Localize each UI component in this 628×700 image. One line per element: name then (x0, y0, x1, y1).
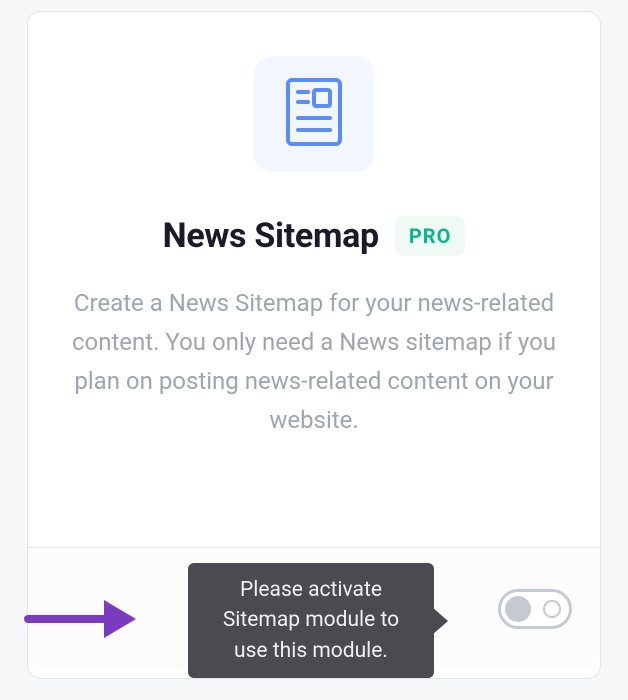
module-enable-toggle[interactable] (498, 589, 572, 629)
tooltip: Please activate Sitemap module to use th… (188, 563, 434, 678)
newspaper-icon (286, 78, 342, 150)
pro-badge: PRO (395, 216, 466, 256)
tooltip-text: Please activate Sitemap module to use th… (206, 575, 416, 666)
module-card-body: News Sitemap PRO Create a News Sitemap f… (28, 12, 600, 547)
module-title: News Sitemap (163, 216, 379, 256)
module-card: News Sitemap PRO Create a News Sitemap f… (27, 11, 601, 679)
module-title-row: News Sitemap PRO (163, 216, 466, 256)
toggle-knob-icon (505, 596, 531, 622)
module-card-footer: Please activate Sitemap module to use th… (28, 547, 600, 669)
module-description: Create a News Sitemap for your news-rela… (64, 284, 564, 440)
toggle-ring-icon (543, 600, 561, 618)
annotation-arrow-icon (18, 592, 138, 650)
module-icon-tile (254, 56, 374, 172)
